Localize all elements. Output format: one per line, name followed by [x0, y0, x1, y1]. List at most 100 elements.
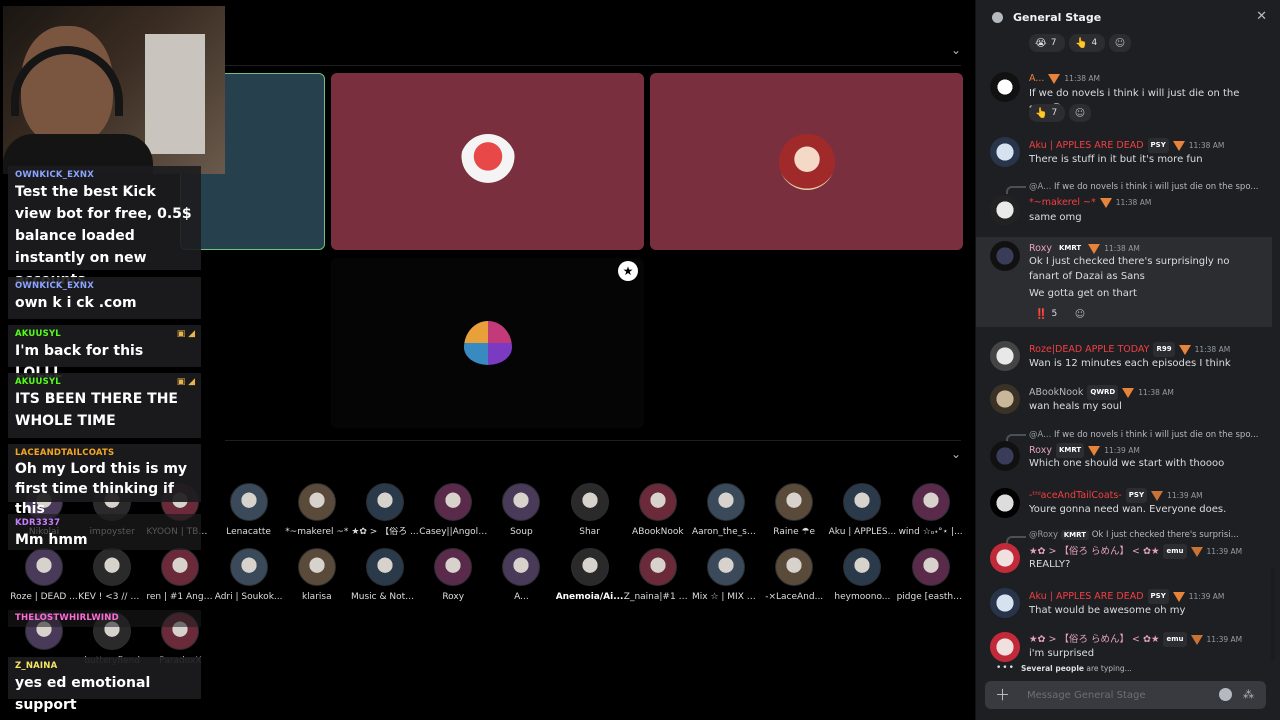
username[interactable]: Roze|DEAD APPLE TODAY	[1029, 343, 1149, 356]
close-icon[interactable]: ✕	[1256, 9, 1267, 24]
kick-chat-message: OWNKICK_EXNX own k i ck .com	[8, 277, 201, 319]
audience-name: Anemoia/Ai...	[555, 592, 624, 602]
message-text: REALLY?	[1029, 559, 1071, 570]
reaction-count: 4	[1091, 38, 1098, 48]
audience-member[interactable]: A...	[487, 548, 555, 603]
speaker-tile[interactable]	[331, 73, 644, 250]
speaker-tile[interactable]	[331, 258, 644, 428]
audience-member[interactable]: Casey||Angoli...	[419, 483, 487, 538]
audience-member[interactable]: Shar	[556, 483, 624, 538]
user-avatar[interactable]	[990, 241, 1020, 271]
username[interactable]: ★✿ > 【俗ろ らめん】 < ✿★	[1029, 633, 1159, 646]
message-text: Which one should we start with thoooo	[1029, 458, 1225, 469]
role-badge-icon	[1088, 243, 1101, 254]
user-avatar[interactable]	[990, 588, 1020, 618]
kick-chat-text: Mm hmm	[15, 532, 88, 548]
chat-scrollbar[interactable]	[1271, 568, 1275, 660]
audience-member[interactable]: Soup	[487, 483, 555, 538]
audience-member[interactable]: Lenacatte	[215, 483, 283, 538]
audience-member[interactable]: Raine ☂︎e	[760, 483, 828, 538]
timestamp: 11:39 AM	[1206, 635, 1243, 644]
chat-message[interactable]: ★✿ > 【俗ろ らめん】 < ✿★ emu 11:39 AM i'm surp…	[976, 629, 1272, 663]
audience-member[interactable]: Adri | Soukok...	[215, 548, 283, 603]
audience-member[interactable]: ABookNook	[624, 483, 692, 538]
add-reaction-icon[interactable]: ☺	[1069, 305, 1091, 323]
username[interactable]: ABookNook	[1029, 386, 1083, 399]
emoji-picker-icon[interactable]	[1219, 688, 1232, 701]
collapse-speakers-chevron-icon[interactable]: ⌄	[949, 43, 963, 57]
username[interactable]: A...	[1029, 72, 1044, 85]
username[interactable]: *~makerel ~*	[1029, 196, 1096, 209]
collapse-audience-chevron-icon[interactable]: ⌄	[949, 447, 963, 461]
reply-preview[interactable]: @A... If we do novels i think i will jus…	[1029, 181, 1264, 193]
audience-member[interactable]: heymoono...	[828, 548, 896, 603]
chat-message[interactable]: Roxy KMRT 11:38 AM Ok I just checked the…	[976, 237, 1272, 327]
audience-member[interactable]: Anemoia/Ai...	[556, 548, 624, 603]
user-avatar[interactable]	[990, 137, 1020, 167]
audience-member[interactable]: wind ☆ₒ˖°⋆ |...	[897, 483, 965, 538]
chat-message[interactable]: Roze|DEAD APPLE TODAY R99 11:38 AM Wan i…	[976, 338, 1272, 372]
chat-message[interactable]: @A... If we do novels i think i will jus…	[976, 426, 1272, 474]
add-attachment-icon[interactable]: ＋	[995, 686, 1010, 704]
chat-message[interactable]: Aku | APPLES ARE DEAD PSY 11:39 AM That …	[976, 585, 1272, 619]
chat-message[interactable]: ABookNook QWRD 11:38 AM wan heals my sou…	[976, 381, 1272, 415]
reply-text: If we do novels i think i will just die …	[1053, 430, 1259, 440]
apps-icon[interactable]: ⁂	[1243, 688, 1256, 701]
reaction-chip[interactable]: ‼️ 5	[1029, 305, 1065, 323]
user-avatar[interactable]	[990, 72, 1020, 102]
user-avatar[interactable]	[990, 488, 1020, 518]
username[interactable]: Aku | APPLES ARE DEAD	[1029, 139, 1144, 152]
audience-member[interactable]: klarisa	[283, 548, 351, 603]
chat-message[interactable]: A... 11:38 AM If we do novels i think i …	[976, 68, 1272, 124]
server-tag: KMRT	[1060, 530, 1089, 540]
audience-member[interactable]: -×LaceAnd...	[760, 548, 828, 603]
user-avatar[interactable]	[990, 441, 1020, 471]
audience-member[interactable]: Z_naina|#1 Ed...	[624, 548, 692, 603]
chat-message[interactable]: @A... If we do novels i think i will jus…	[976, 178, 1272, 226]
audience-name: Shar	[579, 527, 600, 537]
audience-member[interactable]: Aku | APPLES...	[828, 483, 896, 538]
typing-users: Several people	[1020, 663, 1084, 673]
audience-name: Adri | Soukok...	[214, 592, 283, 602]
audience-avatar	[775, 548, 814, 586]
server-tag: PSY	[1147, 138, 1169, 153]
audience-member[interactable]: pidge [easthie...	[897, 548, 965, 603]
audience-member[interactable]: ★✿ > 【俗ろ ...	[351, 483, 419, 538]
user-avatar[interactable]	[990, 384, 1020, 414]
audience-member[interactable]: Music & Note...	[351, 548, 419, 603]
speaker-tile[interactable]	[650, 73, 963, 250]
reaction-chip[interactable]: 👆 7	[1029, 104, 1065, 122]
user-avatar[interactable]	[990, 195, 1020, 225]
reply-preview[interactable]: @A... If we do novels i think i will jus…	[1029, 429, 1264, 441]
user-avatar[interactable]	[990, 632, 1020, 662]
audience-member[interactable]: Roxy	[419, 548, 487, 603]
audience-member[interactable]: *~makerel ~*	[283, 483, 351, 538]
username[interactable]: -ᵗʰˡaceAndTailCoats-	[1029, 489, 1122, 502]
chat-message[interactable]: -ᵗʰˡaceAndTailCoats- PSY 11:39 AM Youre …	[976, 485, 1272, 519]
add-reaction-icon[interactable]: ☺	[1069, 104, 1091, 122]
chat-message[interactable]: @Roxy KMRT Ok I just checked there's sur…	[976, 528, 1272, 576]
speaker-avatar	[778, 133, 835, 190]
audience-member[interactable]: KEV ! <3 // MI...	[78, 548, 146, 603]
message-input[interactable]	[1027, 688, 1207, 702]
message-list[interactable]: 😭 7 👆 4 ☺ A... 11:38 AM If we do novels i …	[976, 34, 1272, 674]
kick-chat-username: LACEANDTAILCOATS	[15, 448, 115, 458]
username[interactable]: Aku | APPLES ARE DEAD	[1029, 590, 1144, 603]
reaction-emoji: 👆	[1035, 107, 1048, 119]
typing-text: are typing...	[1086, 663, 1132, 673]
chat-message[interactable]: Aku | APPLES ARE DEAD PSY 11:38 AM There…	[976, 134, 1272, 168]
add-reaction-icon[interactable]: ☺	[1109, 34, 1131, 52]
kick-chat-text: Oh my Lord this is my first time thinkin…	[15, 461, 188, 517]
audience-member[interactable]: Mix ☆ | MIX D...	[692, 548, 760, 603]
reply-preview[interactable]: @Roxy KMRT Ok I just checked there's sur…	[1029, 529, 1264, 541]
timestamp: 11:38 AM	[1064, 74, 1101, 83]
user-avatar[interactable]	[990, 543, 1020, 573]
audience-member[interactable]: ren | #1 Angoli...	[146, 548, 214, 603]
kick-chat-username: AKUUSYL	[15, 329, 61, 339]
user-avatar[interactable]	[990, 341, 1020, 371]
stage-divider	[225, 65, 961, 66]
audience-member[interactable]: Aaron_the_sh...	[692, 483, 760, 538]
reaction-chip[interactable]: 👆 4	[1069, 34, 1105, 52]
reaction-chip[interactable]: 😭 7	[1029, 34, 1065, 52]
audience-member[interactable]: Roze | DEAD ...	[10, 548, 78, 603]
